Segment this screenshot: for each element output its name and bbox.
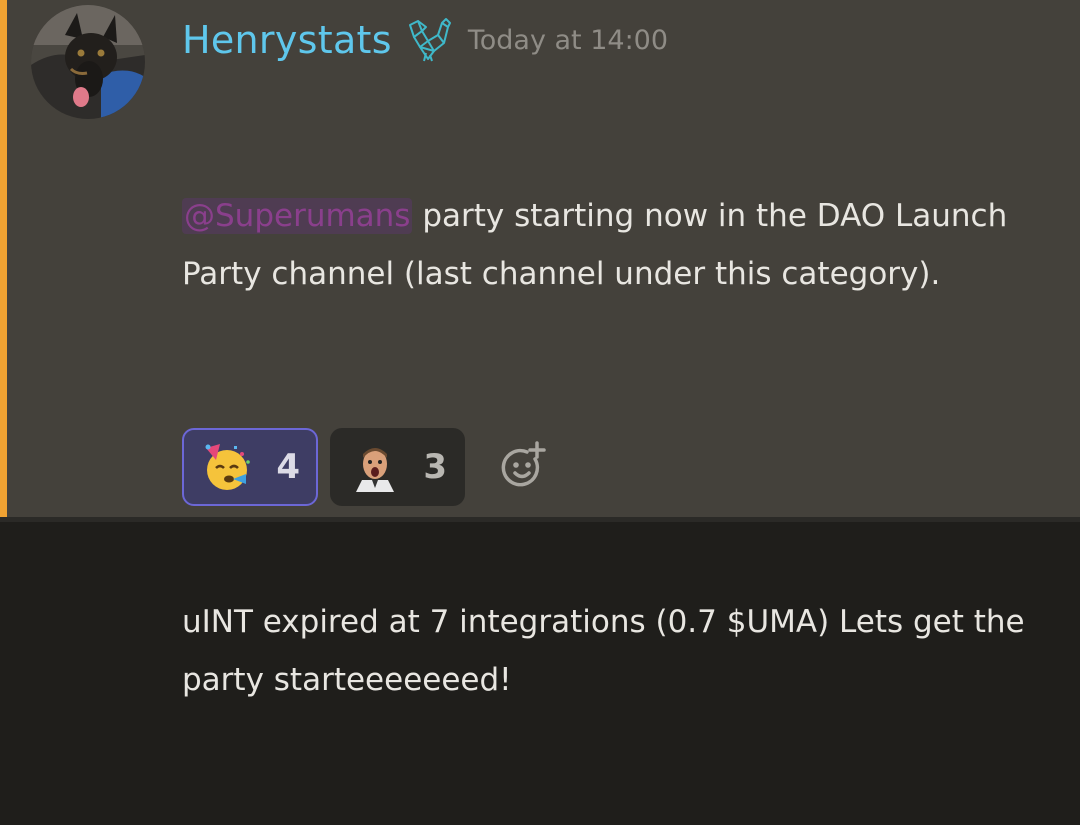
rooster-icon bbox=[404, 17, 454, 63]
add-reaction-icon[interactable] bbox=[497, 439, 553, 495]
message-paragraph: @Superumans party starting now in the DA… bbox=[182, 187, 1072, 303]
reactions-bar: 4 3 bbox=[182, 428, 553, 506]
user-avatar[interactable] bbox=[31, 5, 145, 119]
username[interactable]: Henrystats bbox=[182, 18, 392, 62]
message-paragraph: uINT expired at 7 integrations (0.7 $UMA… bbox=[182, 593, 1072, 709]
reaction-partying-face[interactable]: 4 bbox=[182, 428, 318, 506]
avatar-dog-image bbox=[31, 5, 145, 119]
message-text: uINT expired at 7 integrations (0.7 $UMA… bbox=[182, 604, 1035, 698]
reaction-shocked-man[interactable]: 3 bbox=[330, 428, 465, 506]
message-divider bbox=[0, 517, 1080, 522]
reaction-count: 4 bbox=[276, 447, 300, 487]
role-mention[interactable]: @Superumans bbox=[182, 198, 413, 234]
shocked-man-emoji bbox=[350, 442, 400, 492]
chat-message: Henrystats Today at 14:00 @Superumans pa… bbox=[0, 0, 1080, 698]
reaction-count: 3 bbox=[423, 447, 447, 487]
message-timestamp[interactable]: Today at 14:00 bbox=[468, 25, 668, 56]
partying-face-emoji bbox=[202, 442, 252, 492]
message-header: Henrystats Today at 14:00 bbox=[182, 10, 668, 70]
